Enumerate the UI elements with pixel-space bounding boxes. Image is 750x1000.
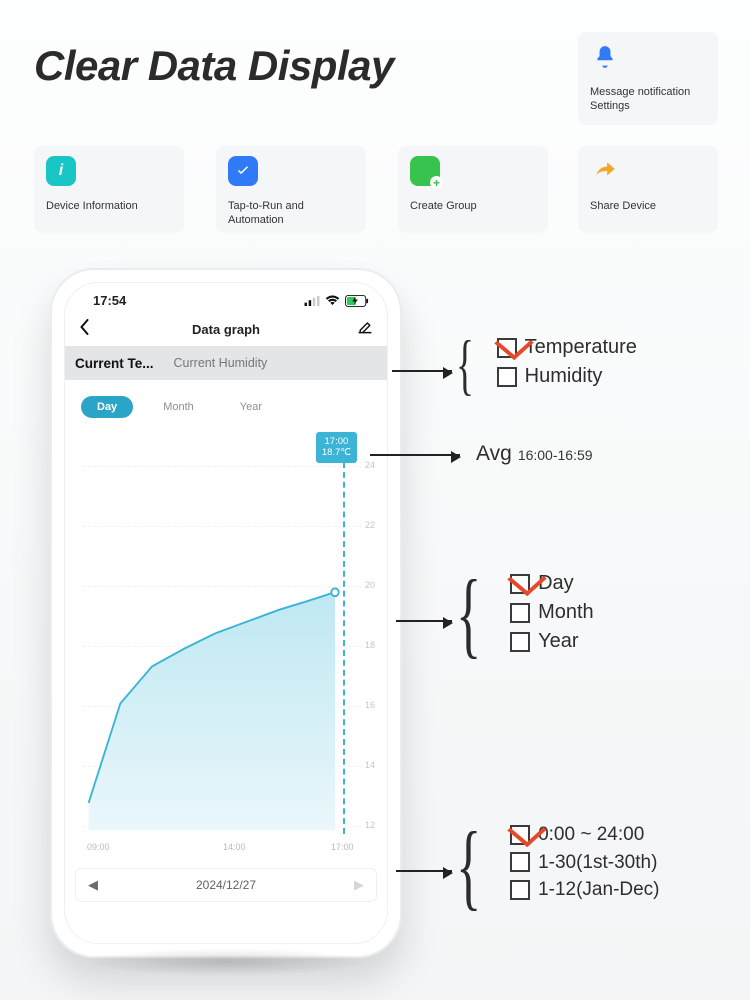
date-next-button[interactable]: ▶	[354, 877, 364, 893]
battery-charging-icon	[345, 295, 369, 307]
status-time: 17:54	[93, 293, 126, 308]
check-temperature: Temperature	[497, 334, 637, 361]
check-months: 1-12(Jan-Dec)	[510, 877, 659, 903]
share-arrow-icon	[590, 156, 620, 186]
checkbox-icon	[510, 603, 530, 623]
tooltip-value: 18.7℃	[322, 447, 351, 458]
avg-range: 16:00-16:59	[518, 447, 593, 463]
ytick: 20	[365, 580, 375, 590]
check-hours: 0:00 ~ 24:00	[510, 822, 659, 848]
tab-current-temperature[interactable]: Current Te...	[65, 346, 164, 380]
tile-label: Tap-to-Run and Automation	[228, 200, 354, 228]
range-day[interactable]: Day	[81, 396, 133, 418]
info-icon: i	[46, 156, 76, 186]
metric-tabs: Current Te... Current Humidity	[65, 346, 387, 380]
check-label: 0:00 ~ 24:00	[538, 822, 644, 848]
group-add-icon: +	[410, 156, 440, 186]
ytick: 18	[365, 640, 375, 650]
checkbox-icon	[510, 632, 530, 652]
check-label: Humidity	[525, 363, 603, 390]
status-indicators	[304, 295, 369, 307]
tile-message-notification[interactable]: Message notification Settings	[578, 32, 718, 124]
tile-share-device[interactable]: Share Device	[578, 146, 718, 232]
chart-tooltip: 17:00 18.7℃	[316, 432, 357, 463]
annotation-arrow	[392, 370, 452, 372]
check-day: Day	[510, 570, 594, 597]
xtick: 17:00	[331, 842, 354, 852]
annotation-arrow	[396, 620, 452, 622]
signal-icon	[304, 296, 320, 306]
annotation-arrow	[370, 454, 460, 456]
range-year[interactable]: Year	[224, 396, 278, 418]
checkbox-icon	[510, 574, 530, 594]
check-label: Temperature	[525, 334, 637, 361]
status-bar: 17:54	[65, 283, 387, 312]
date-prev-button[interactable]: ◀	[88, 877, 98, 893]
checkbox-icon	[510, 852, 530, 872]
tile-label: Device Information	[46, 200, 172, 214]
checkbox-icon	[497, 338, 517, 358]
check-label: Year	[538, 628, 578, 655]
check-label: 1-12(Jan-Dec)	[538, 877, 659, 903]
tooltip-time: 17:00	[322, 436, 351, 447]
hero-title: Clear Data Display	[34, 42, 394, 90]
tile-label: Share Device	[590, 200, 706, 214]
tile-automation[interactable]: Tap-to-Run and Automation	[216, 146, 366, 232]
annotation-range: { Day Month Year	[456, 570, 594, 658]
check-days: 1-30(1st-30th)	[510, 850, 659, 876]
annotation-metric: { Temperature Humidity	[456, 334, 637, 395]
range-selector: Day Month Year	[65, 380, 387, 424]
checkbox-icon	[510, 880, 530, 900]
tab-current-humidity[interactable]: Current Humidity	[164, 346, 278, 380]
ytick: 16	[365, 700, 375, 710]
checkbox-icon	[510, 825, 530, 845]
check-humidity: Humidity	[497, 363, 637, 390]
check-year: Year	[510, 628, 594, 655]
check-label: Month	[538, 599, 594, 626]
annotation-axis: { 0:00 ~ 24:00 1-30(1st-30th) 1-12(Jan-D…	[456, 822, 660, 910]
tile-label: Create Group	[410, 200, 536, 214]
wifi-icon	[325, 295, 340, 306]
phone-screen: 17:54 Data graph Current Te... Current H…	[64, 282, 388, 944]
page-title: Data graph	[192, 322, 260, 337]
xtick: 09:00	[87, 842, 110, 852]
check-label: Day	[538, 570, 574, 597]
chart-svg	[83, 442, 363, 842]
range-month[interactable]: Month	[147, 396, 210, 418]
date-label: 2024/12/27	[196, 878, 256, 892]
checkbox-icon	[497, 367, 517, 387]
phone-mockup: 17:54 Data graph Current Te... Current H…	[50, 268, 402, 958]
edit-button[interactable]	[357, 319, 373, 340]
ytick: 14	[365, 760, 375, 770]
ytick: 12	[365, 820, 375, 830]
check-label: 1-30(1st-30th)	[538, 850, 657, 876]
tile-label: Message notification Settings	[590, 86, 706, 114]
nav-bar: Data graph	[65, 312, 387, 346]
xtick: 14:00	[223, 842, 246, 852]
chart-highlight-line	[343, 462, 345, 834]
date-navigator: ◀ 2024/12/27 ▶	[75, 868, 377, 902]
check-month: Month	[510, 599, 594, 626]
temperature-chart[interactable]: 24 22 20 18 16 14 12 09:00 14:00 17:00 1…	[73, 432, 379, 858]
ytick: 22	[365, 520, 375, 530]
check-badge-icon	[228, 156, 258, 186]
tile-create-group[interactable]: + Create Group	[398, 146, 548, 232]
ytick: 24	[365, 460, 375, 470]
bell-icon	[590, 42, 620, 72]
annotation-arrow	[396, 870, 452, 872]
back-button[interactable]	[79, 319, 90, 340]
tile-device-information[interactable]: i Device Information	[34, 146, 184, 232]
annotation-avg: Avg 16:00-16:59	[476, 442, 593, 466]
avg-label: Avg	[476, 442, 512, 466]
